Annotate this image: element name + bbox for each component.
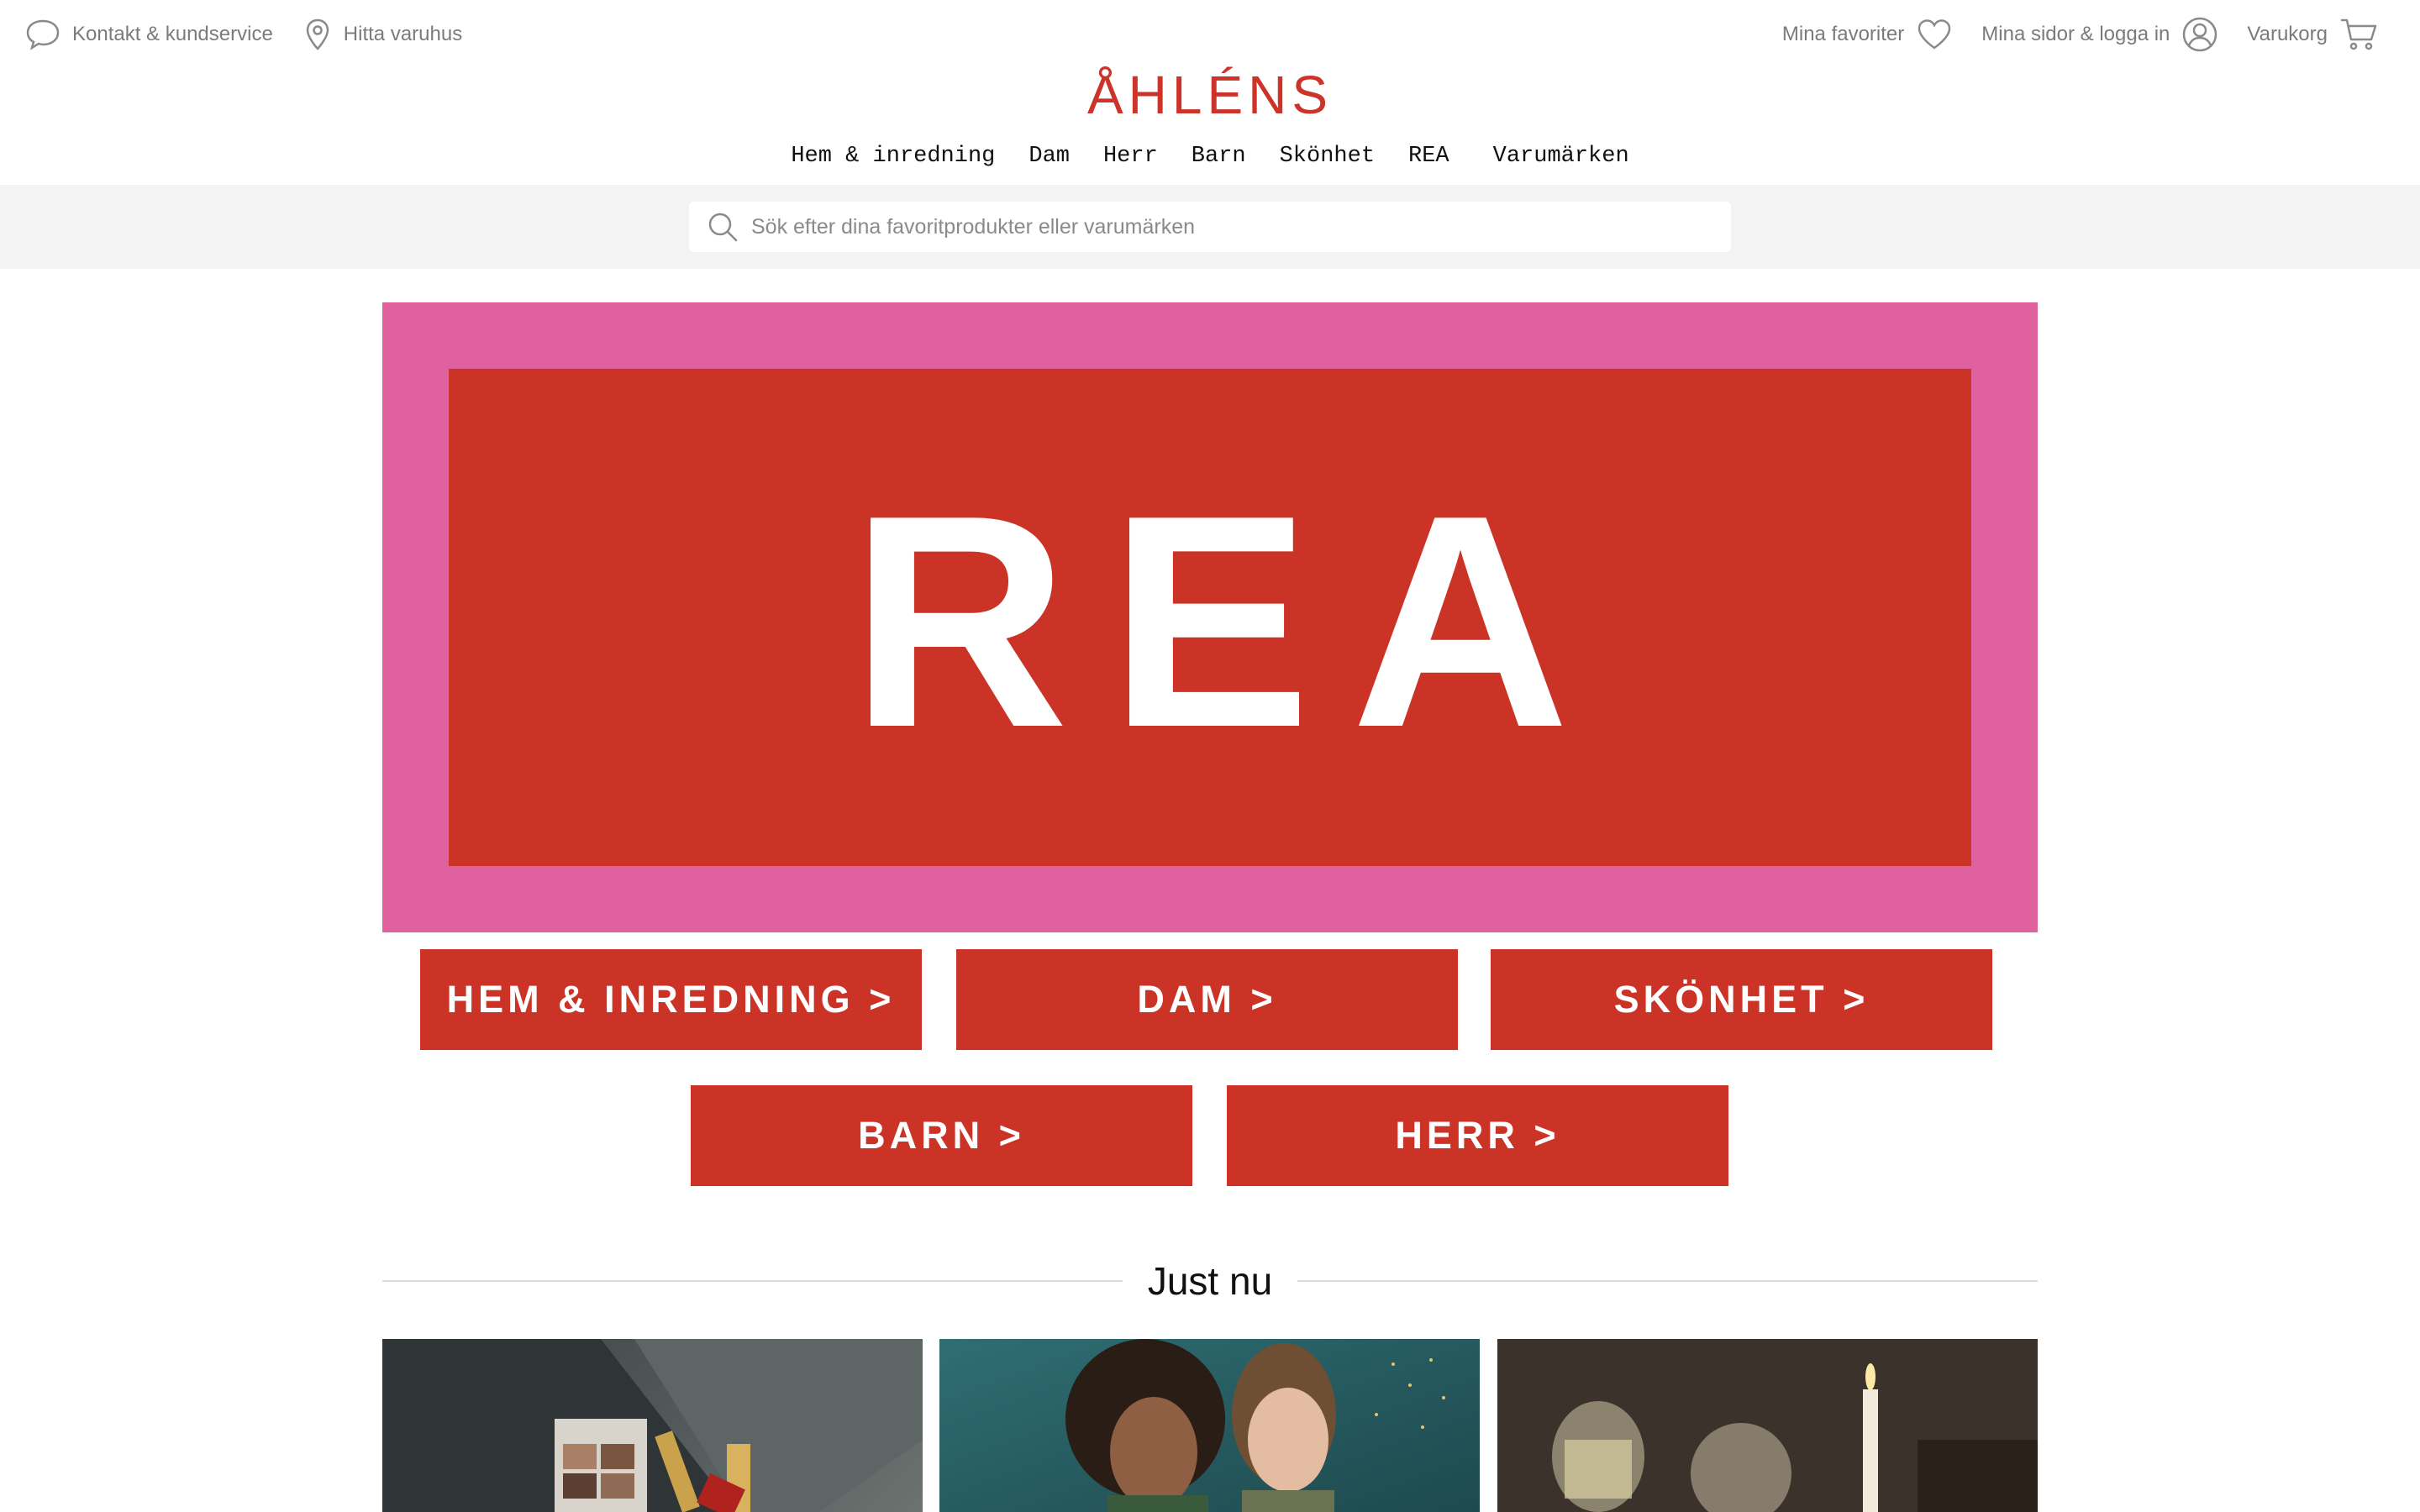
promo-tile-dining[interactable]	[1497, 1339, 2038, 1512]
sale-hero-banner[interactable]: REA	[382, 302, 2038, 932]
speech-bubble-icon	[26, 19, 60, 50]
search-band	[0, 185, 2420, 269]
nav-item-beauty[interactable]: Skönhet	[1280, 138, 1375, 175]
heart-icon	[1918, 19, 1951, 50]
utility-bar-left: Kontakt & kundservice Hitta varuhus	[25, 15, 462, 54]
promo-tile-makeup[interactable]	[382, 1339, 923, 1512]
account-label: Mina sidor & logga in	[1981, 23, 2170, 45]
nav-item-home-interior[interactable]: Hem & inredning	[791, 138, 995, 175]
category-button-kids[interactable]: BARN >	[691, 1085, 1192, 1186]
utility-bar-right: Mina favoriter Mina sidor & logga in Var…	[1782, 15, 2378, 54]
category-button-women[interactable]: DAM >	[956, 949, 1458, 1050]
nav-item-men[interactable]: Herr	[1103, 138, 1158, 175]
nav-item-brands[interactable]: Varumärken	[1493, 138, 1629, 175]
favorites-link[interactable]: Mina favoriter	[1782, 18, 1953, 51]
search-input[interactable]	[751, 202, 1731, 252]
contact-link[interactable]: Kontakt & kundservice	[25, 18, 273, 51]
category-button-home-interior[interactable]: HEM & INREDNING >	[420, 949, 922, 1050]
favorites-label: Mina favoriter	[1781, 23, 1905, 45]
location-pin-icon	[306, 18, 329, 50]
logo[interactable]: ÅHLÉNS	[0, 66, 2420, 124]
search-icon[interactable]	[706, 210, 739, 244]
section-title: Just nu	[1147, 1259, 1273, 1303]
cart-icon	[2341, 18, 2377, 50]
cart-label: Varukorg	[2247, 23, 2328, 45]
nav-item-women[interactable]: Dam	[1028, 138, 1070, 175]
hero-title: REA	[850, 453, 1611, 790]
cart-link[interactable]: Varukorg	[2247, 17, 2378, 52]
logo-text: ÅHLÉNS	[1086, 65, 1334, 125]
search-box[interactable]	[689, 202, 1731, 252]
nav-item-kids[interactable]: Barn	[1192, 138, 1246, 175]
account-link[interactable]: Mina sidor & logga in	[1981, 16, 2218, 53]
fashion-image	[1065, 1339, 1445, 1512]
divider-right	[1297, 1280, 2038, 1282]
wine-glasses-image	[1497, 1339, 2038, 1512]
divider-left	[382, 1280, 1123, 1282]
find-store-link[interactable]: Hitta varuhus	[303, 18, 462, 51]
category-button-men[interactable]: HERR >	[1227, 1085, 1728, 1186]
promo-tile-fashion[interactable]	[939, 1339, 1480, 1512]
makeup-image	[382, 1339, 923, 1512]
nav-item-sale[interactable]: REA	[1408, 138, 1449, 175]
category-button-beauty[interactable]: SKÖNHET >	[1491, 949, 1992, 1050]
main-nav: Hem & inredning Dam Herr Barn Skönhet RE…	[0, 138, 2420, 175]
contact-label: Kontakt & kundservice	[72, 23, 273, 45]
user-icon	[2183, 17, 2217, 52]
find-store-label: Hitta varuhus	[343, 23, 463, 45]
hero-inner-panel: REA	[449, 369, 1971, 866]
section-heading: Just nu	[382, 1252, 2038, 1310]
